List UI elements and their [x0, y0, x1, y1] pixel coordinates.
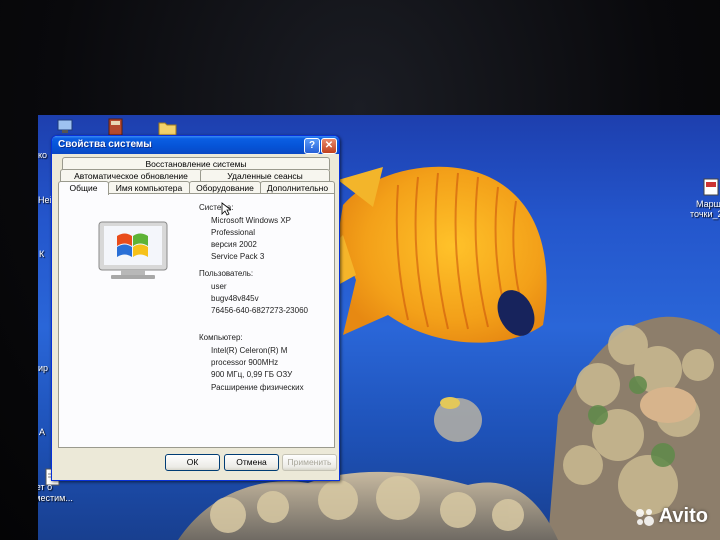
avito-watermark-text: Avito: [658, 505, 708, 527]
system-edition: Professional: [211, 228, 256, 237]
desktop-label-5[interactable]: А: [39, 427, 45, 438]
desktop-label-4[interactable]: ир: [38, 363, 48, 374]
dialog-titlebar[interactable]: Свойства системы ? ✕: [52, 136, 339, 154]
dialog-title: Свойства системы: [58, 139, 152, 150]
user-heading: Пользователь:: [199, 269, 254, 278]
small-fish-right: [640, 387, 696, 423]
desktop-label-report-2[interactable]: совместим...: [38, 493, 73, 504]
help-button[interactable]: ?: [304, 138, 320, 154]
system-os-name: Microsoft Windows XP: [211, 216, 292, 225]
close-button[interactable]: ✕: [321, 138, 337, 154]
avito-logo-icon: [635, 508, 654, 526]
apply-button[interactable]: Применить: [282, 454, 337, 471]
tiny-fish: [440, 397, 460, 409]
system-properties-dialog: Свойства системы ? ✕ Восстановление сист…: [51, 135, 340, 481]
ok-button[interactable]: ОК: [165, 454, 220, 471]
desktop-label-1[interactable]: ко: [38, 150, 47, 161]
cpu-ram: 900 МГц, 0,99 ГБ ОЗУ: [211, 370, 293, 379]
desktop-label-report-1[interactable]: Отчет о: [38, 482, 52, 493]
mouse-cursor-icon: [221, 202, 231, 216]
system-version: версия 2002: [211, 240, 257, 249]
cpu-frequency: processor 900MHz: [211, 358, 279, 367]
product-id: 76456-640-6827273-23060: [211, 306, 308, 315]
physical-address-extension: Расширение физических: [211, 383, 304, 392]
tab-general[interactable]: Общие: [58, 181, 109, 195]
windows-logo-monitor-icon: [98, 221, 168, 279]
general-tab-panel: Система: Microsoft Windows XP Profession…: [58, 193, 335, 448]
user-organization: bugv48v845v: [211, 294, 259, 303]
desktop-label-right-2[interactable]: точки_27: [690, 209, 720, 220]
computer-heading: Компьютер:: [199, 333, 243, 342]
cpu-name: Intel(R) Celeron(R) M: [211, 346, 288, 355]
shortcut-icon[interactable]: [702, 177, 720, 197]
archive-icon[interactable]: [106, 117, 126, 137]
network-icon[interactable]: [56, 117, 76, 137]
desktop-screen: ко Ней К ир А Отчет о совместим... Маршр…: [38, 115, 720, 540]
avito-watermark: Avito: [634, 505, 708, 528]
desktop-label-3[interactable]: К: [39, 249, 44, 260]
user-name: user: [211, 282, 227, 291]
system-service-pack: Service Pack 3: [211, 252, 265, 261]
cancel-button[interactable]: Отмена: [224, 454, 279, 471]
